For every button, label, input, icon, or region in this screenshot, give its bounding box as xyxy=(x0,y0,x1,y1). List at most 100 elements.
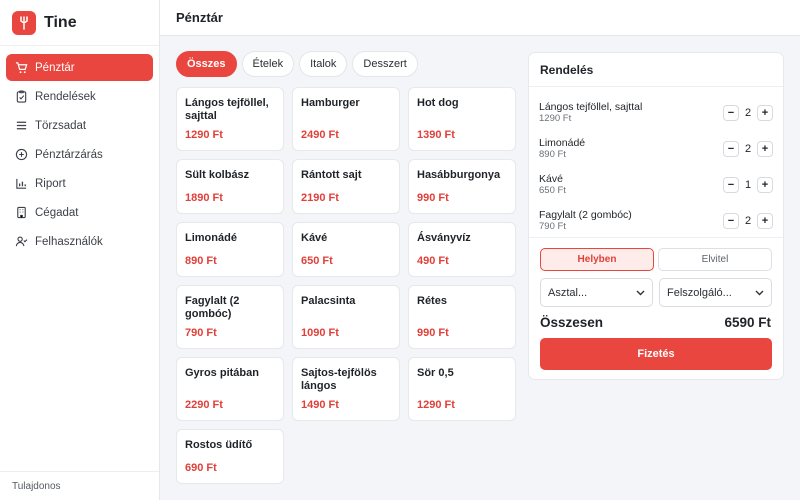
quantity-stepper: −2 + xyxy=(723,141,773,157)
user-role: Tulajdonos xyxy=(0,471,159,500)
order-mode-toggle: Helyben Elvitel xyxy=(529,238,783,271)
decrease-button[interactable]: − xyxy=(723,105,739,121)
category-tabs: Összes Ételek Italok Desszert xyxy=(176,51,418,77)
product-card[interactable]: Kávé 650 Ft xyxy=(292,222,400,277)
product-name: Hamburger xyxy=(301,97,360,109)
product-grid: Lángos tejföllel, sajttal 1290 Ft Hamburg… xyxy=(176,87,516,492)
increase-button[interactable]: + xyxy=(757,177,773,193)
sidebar-item-label: Pénztár xyxy=(35,61,75,74)
product-card[interactable]: Sör 0,5 1290 Ft xyxy=(408,357,516,421)
product-name: Palacsinta xyxy=(301,295,356,307)
product-card[interactable]: Lángos tejföllel, sajttal 1290 Ft xyxy=(176,87,284,151)
decrease-button[interactable]: − xyxy=(723,177,739,193)
product-name: Rántott sajt xyxy=(301,169,362,181)
waiter-select[interactable]: Felszolgáló... xyxy=(659,278,772,307)
sidebar-item-label: Törzsadat xyxy=(35,119,87,132)
product-name: Lángos tejföllel, sajttal xyxy=(185,97,269,122)
sidebar-item-label: Pénztárzárás xyxy=(35,148,103,161)
chevron-down-icon xyxy=(636,287,645,299)
product-name: Hasábburgonya xyxy=(417,169,501,181)
tab-etelek[interactable]: Ételek xyxy=(241,51,295,77)
product-card[interactable]: Rántott sajt 2190 Ft xyxy=(292,159,400,214)
sidebar-item-torzsadat[interactable]: Törzsadat xyxy=(6,112,153,139)
product-price: 990 Ft xyxy=(417,192,449,204)
product-price: 890 Ft xyxy=(185,255,217,267)
product-card[interactable]: Sült kolbász 1890 Ft xyxy=(176,159,284,214)
tab-desszert[interactable]: Desszert xyxy=(352,51,418,77)
fork-icon xyxy=(12,10,36,35)
product-card[interactable]: Hot dog 1390 Ft xyxy=(408,87,516,151)
sidebar-item-riport[interactable]: Riport xyxy=(6,170,153,197)
product-name: Kávé xyxy=(301,232,328,244)
sidebar-item-cegadat[interactable]: Cégadat xyxy=(6,199,153,226)
product-card[interactable]: Fagylalt (2 gombóc) 790 Ft xyxy=(176,285,284,349)
product-card[interactable]: Palacsinta 1090 Ft xyxy=(292,285,400,349)
takeaway-button[interactable]: Elvitel xyxy=(658,248,772,271)
product-card[interactable]: Limonádé 890 Ft xyxy=(176,222,284,277)
order-line-price: 890 Ft xyxy=(539,149,566,160)
order-line-name: Limonádé xyxy=(539,137,586,149)
product-card[interactable]: Gyros pitában 2290 Ft xyxy=(176,357,284,421)
sidebar-item-penztar[interactable]: Pénztár xyxy=(6,54,153,81)
decrease-button[interactable]: − xyxy=(723,141,739,157)
order-line: Lángos tejföllel, sajttal 1290 Ft −2 + xyxy=(539,95,773,131)
product-price: 1490 Ft xyxy=(301,399,339,411)
product-price: 2190 Ft xyxy=(301,192,339,204)
product-card[interactable]: Rétes 990 Ft xyxy=(408,285,516,349)
product-price: 690 Ft xyxy=(185,462,217,474)
chevron-down-icon xyxy=(755,287,764,299)
product-card[interactable]: Sajtos-tejfölös lángos 1490 Ft xyxy=(292,357,400,421)
product-name: Rostos üdítő xyxy=(185,439,253,451)
table-select[interactable]: Asztal... xyxy=(540,278,653,307)
product-price: 2290 Ft xyxy=(185,399,223,411)
quantity-value: 2 xyxy=(744,215,752,227)
total-label: Összesen xyxy=(540,315,604,330)
sidebar-item-felhasznalok[interactable]: Felhasználók xyxy=(6,228,153,255)
table-select-value: Asztal... xyxy=(548,286,588,299)
decrease-button[interactable]: − xyxy=(723,213,739,229)
order-line-name: Kávé xyxy=(539,173,563,185)
tab-italok[interactable]: Italok xyxy=(299,51,348,77)
product-name: Limonádé xyxy=(185,232,237,244)
sidebar-item-rendelesek[interactable]: Rendelések xyxy=(6,83,153,110)
product-card[interactable]: Rostos üdítő 690 Ft xyxy=(176,429,284,484)
product-name: Sör 0,5 xyxy=(417,367,454,379)
order-line: Kávé 650 Ft −1 + xyxy=(539,167,773,203)
order-title: Rendelés xyxy=(529,53,783,87)
product-name: Rétes xyxy=(417,295,447,307)
order-total: Összesen 6590 Ft xyxy=(529,307,783,330)
product-card[interactable]: Hasábburgonya 990 Ft xyxy=(408,159,516,214)
order-line: Limonádé 890 Ft −2 + xyxy=(539,131,773,167)
sidebar-nav: Pénztár Rendelések Törzsadat Pénztárzárá… xyxy=(0,46,159,255)
quantity-value: 1 xyxy=(744,179,752,191)
list-icon xyxy=(14,119,28,133)
product-price: 1090 Ft xyxy=(301,327,339,339)
pay-button[interactable]: Fizetés xyxy=(540,338,772,370)
increase-button[interactable]: + xyxy=(757,213,773,229)
dine-in-button[interactable]: Helyben xyxy=(540,248,654,271)
order-line-name: Lángos tejföllel, sajttal xyxy=(539,101,643,113)
sidebar-item-label: Felhasználók xyxy=(35,235,103,248)
waiter-select-value: Felszolgáló... xyxy=(667,286,732,299)
order-line-price: 1290 Ft xyxy=(539,113,572,124)
product-price: 1290 Ft xyxy=(417,399,455,411)
order-line-price: 650 Ft xyxy=(539,185,566,196)
product-name: Gyros pitában xyxy=(185,367,259,379)
quantity-stepper: −2 + xyxy=(723,105,773,121)
page-title: Pénztár xyxy=(176,10,223,25)
tab-osszes[interactable]: Összes xyxy=(176,51,237,77)
sidebar-item-label: Riport xyxy=(35,177,66,190)
increase-button[interactable]: + xyxy=(757,105,773,121)
brand: Tine xyxy=(0,0,159,46)
product-price: 790 Ft xyxy=(185,327,217,339)
sidebar-item-penztarzaras[interactable]: Pénztárzárás xyxy=(6,141,153,168)
product-card[interactable]: Hamburger 2490 Ft xyxy=(292,87,400,151)
cart-icon xyxy=(14,61,28,75)
product-card[interactable]: Ásványvíz 490 Ft xyxy=(408,222,516,277)
building-icon xyxy=(14,206,28,220)
increase-button[interactable]: + xyxy=(757,141,773,157)
quantity-value: 2 xyxy=(744,107,752,119)
user-check-icon xyxy=(14,235,28,249)
sidebar: Tine Pénztár Rendelések Törzsadat Pénztá… xyxy=(0,0,160,500)
order-line-name: Fagylalt (2 gombóc) xyxy=(539,209,632,221)
